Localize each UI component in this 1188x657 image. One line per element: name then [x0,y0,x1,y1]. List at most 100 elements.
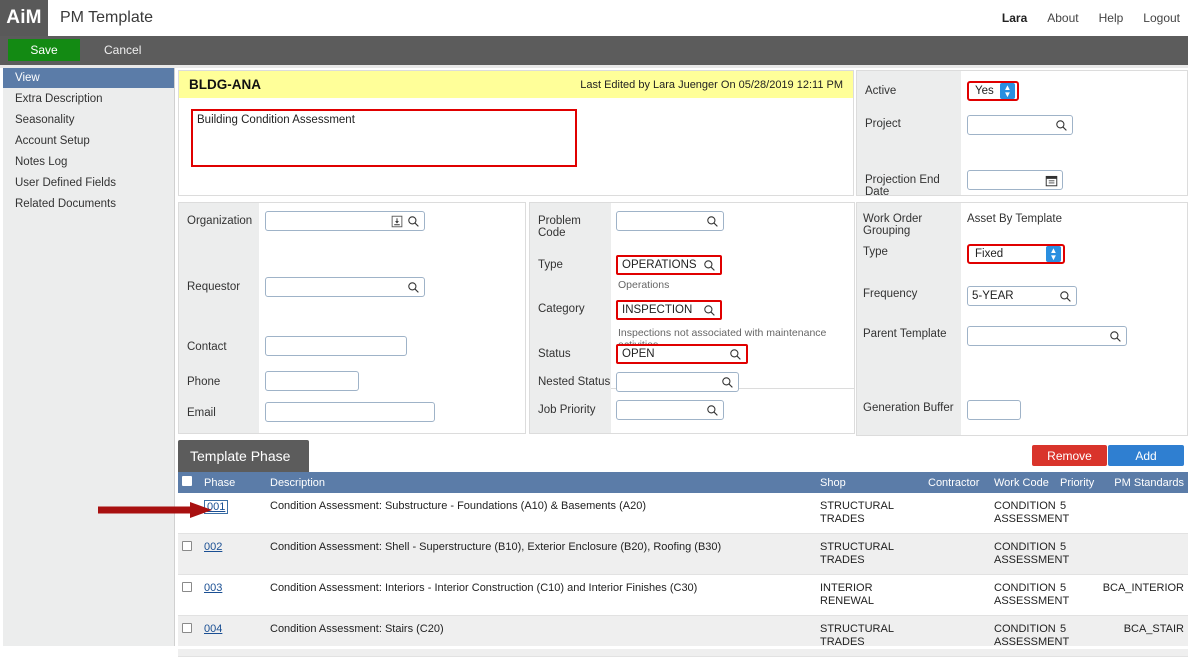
search-icon[interactable] [703,259,716,272]
active-select[interactable]: Yes ▲ ▼ [967,81,1019,101]
add-button[interactable]: Add [1108,445,1184,466]
sidebar-item-notes-log[interactable]: Notes Log [3,152,174,172]
problem-code-field[interactable] [616,211,724,231]
row-priority-pm-cell: 5 BCA_INTERIOR [1056,575,1188,616]
table-row[interactable]: 002 Condition Assessment: Shell - Supers… [178,533,1188,575]
status-label: Status [538,348,571,360]
table-row[interactable]: 004 Condition Assessment: Stairs (C20) S… [178,615,1188,657]
table-row[interactable]: 001 Condition Assessment: Substructure -… [178,493,1188,534]
row-priority-pm-cell: 5 BCA_STAIR [1056,616,1188,657]
row-description-cell: Condition Assessment: Interiors - Interi… [270,582,698,594]
load-value-icon[interactable] [391,215,403,228]
classification-field-column: OPERATIONS Operations INSPECTION Inspect… [611,203,854,433]
search-icon[interactable] [706,404,719,417]
sidebar-item-view[interactable]: View [3,68,174,88]
active-project-panel: Active Project Projection End Date Yes ▲… [856,70,1188,198]
classification-panel: Problem Code Type Category Status Nested… [529,202,855,434]
generation-buffer-field[interactable] [967,400,1021,420]
search-icon[interactable] [721,376,734,389]
column-header-phase[interactable]: Phase [200,472,266,493]
status-value: OPEN [622,348,655,360]
organization-label: Organization [187,215,253,227]
column-header-description[interactable]: Description [266,472,732,493]
description-textarea[interactable] [191,109,577,167]
active-label: Active [865,85,897,97]
phase-link[interactable]: 003 [204,582,222,594]
phase-link[interactable]: 004 [204,623,222,635]
nested-status-field[interactable] [616,372,739,392]
row-pm-standards: BCA_STAIR [1123,623,1184,635]
column-header-contractor[interactable]: Contractor [924,472,990,493]
row-spacer-cell [732,616,816,657]
category-label: Category [538,303,585,315]
select-all-checkbox[interactable] [182,476,192,486]
search-icon[interactable] [703,304,716,317]
search-icon[interactable] [729,348,742,361]
type-field[interactable]: OPERATIONS [616,255,722,275]
column-header-priority[interactable]: Priority [1060,477,1094,489]
column-header-shop[interactable]: Shop [816,472,924,493]
table-header-row: Phase Description Shop Contractor Work C… [178,472,1188,493]
contact-field[interactable] [265,336,407,356]
row-checkbox[interactable] [182,582,192,592]
search-icon[interactable] [407,215,420,228]
row-work-code-cell: CONDITION ASSESSMENT [994,623,1070,648]
sidebar: View Extra Description Seasonality Accou… [3,68,175,649]
row-work-code-cell: CONDITION ASSESSMENT [994,582,1070,607]
sidebar-item-user-defined-fields[interactable]: User Defined Fields [3,173,174,193]
projection-end-date-label: Projection End Date [865,174,940,198]
cancel-button[interactable]: Cancel [104,39,141,61]
save-button[interactable]: Save [8,39,80,61]
column-header-spacer [732,472,816,493]
type-label: Type [538,259,563,271]
remove-button[interactable]: Remove [1032,445,1107,466]
calendar-icon[interactable] [1045,174,1058,187]
row-spacer-cell [732,534,816,575]
requestor-field[interactable] [265,277,425,297]
sidebar-item-seasonality[interactable]: Seasonality [3,110,174,130]
row-work-code-cell: CONDITION ASSESSMENT [994,541,1070,566]
row-shop-cell: STRUCTURAL TRADES [820,500,894,525]
search-icon[interactable] [1059,290,1072,303]
phone-field[interactable] [265,371,359,391]
organization-panel: Organization Requestor Contact Phone Ema… [178,202,526,434]
row-checkbox[interactable] [182,541,192,551]
record-header-panel: BLDG-ANA Last Edited by Lara Juenger On … [178,70,854,196]
help-link[interactable]: Help [1099,11,1124,25]
job-priority-field[interactable] [616,400,724,420]
email-field[interactable] [265,402,435,422]
organization-field[interactable] [265,211,425,231]
project-label: Project [865,118,901,130]
sidebar-item-extra-description[interactable]: Extra Description [3,89,174,109]
schedule-type-select[interactable]: Fixed ▲ ▼ [967,244,1065,264]
schedule-field-column: Asset By Template Fixed ▲ ▼ 5-YEAR [961,203,1187,435]
frequency-label: Frequency [863,288,918,300]
search-icon[interactable] [1109,330,1122,343]
table-row[interactable]: 003 Condition Assessment: Interiors - In… [178,574,1188,616]
projection-end-date-field[interactable] [967,170,1063,190]
phase-link[interactable]: 002 [204,541,222,553]
classification-label-column: Problem Code Type Category Status Nested… [530,203,611,433]
search-icon[interactable] [706,215,719,228]
search-icon[interactable] [407,281,420,294]
logout-link[interactable]: Logout [1143,11,1180,25]
row-checkbox[interactable] [182,623,192,633]
column-header-pm-standards[interactable]: PM Standards [1114,477,1184,489]
frequency-field[interactable]: 5-YEAR [967,286,1077,306]
about-link[interactable]: About [1047,11,1078,25]
row-contractor-cell [924,493,990,534]
user-menu[interactable]: Lara [1002,11,1027,25]
category-field[interactable]: INSPECTION [616,300,722,320]
requestor-label: Requestor [187,281,241,293]
parent-template-field[interactable] [967,326,1127,346]
column-header-work-code[interactable]: Work Code [990,472,1056,493]
project-field[interactable] [967,115,1073,135]
contact-label: Contact [187,341,227,353]
sidebar-item-account-setup[interactable]: Account Setup [3,131,174,151]
status-field[interactable]: OPEN [616,344,748,364]
work-order-grouping-value: Asset By Template [967,213,1063,225]
search-icon[interactable] [1055,119,1068,132]
template-phase-tab[interactable]: Template Phase [178,440,309,472]
row-select-cell [178,534,200,575]
sidebar-item-related-documents[interactable]: Related Documents [3,194,174,214]
